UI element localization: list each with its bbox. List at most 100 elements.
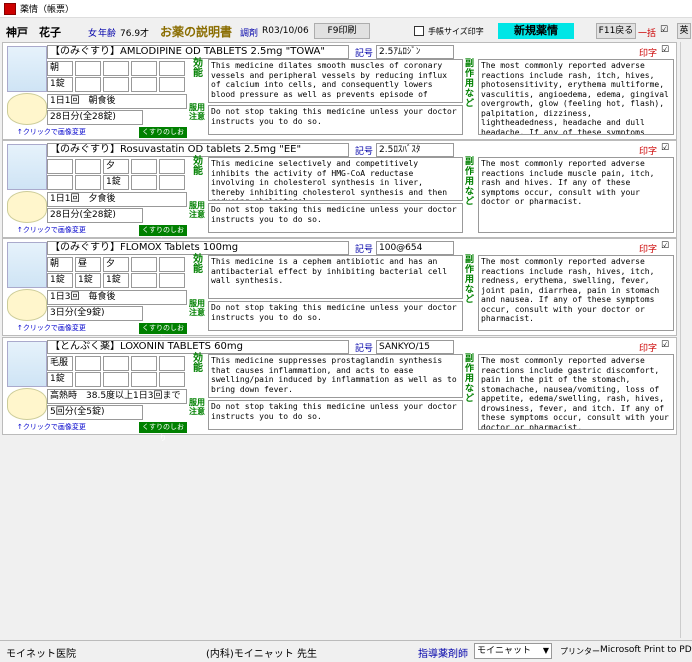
side-effects-text[interactable]: The most commonly reported adverse react… <box>478 354 674 430</box>
dose-cell[interactable] <box>47 175 73 190</box>
dose-cell[interactable] <box>75 77 101 92</box>
efficacy-text[interactable]: This medicine selectively and competitiv… <box>208 157 463 201</box>
change-image-link[interactable]: ↑クリックで画像変更 <box>17 422 86 432</box>
dose-cell[interactable] <box>159 372 185 387</box>
dose-cell[interactable] <box>159 159 185 174</box>
dose-cell[interactable] <box>159 356 185 371</box>
drug-booklet-button[interactable]: くすりのしおり <box>139 225 187 245</box>
efficacy-text[interactable]: This medicine dilates smooth muscles of … <box>208 59 463 103</box>
dose-cell[interactable] <box>159 61 185 76</box>
dose-cell[interactable]: 1錠 <box>47 273 73 288</box>
dose-cell[interactable] <box>103 356 129 371</box>
pharmacist-select[interactable]: モイニャット ▼ <box>474 643 552 659</box>
dose-cell[interactable] <box>131 61 157 76</box>
english-button[interactable]: 英 <box>677 23 691 39</box>
drug-name-field[interactable]: 【のみぐすり】FLOMOX Tablets 100mg <box>47 241 349 255</box>
dose-cell[interactable]: 1錠 <box>47 372 73 387</box>
clinic-name: モイネット医院 <box>6 649 76 660</box>
days-field[interactable]: 28日分(全28錠) <box>47 110 143 125</box>
drug-code-field[interactable]: 2.5ﾛｽﾊﾞｽﾀ <box>376 143 454 157</box>
frequency-field[interactable]: 1日3回 毎食後 <box>47 290 187 305</box>
dose-cell[interactable]: 毛服 <box>47 356 73 371</box>
print-checkbox[interactable]: ☑ <box>661 46 671 56</box>
dose-cell[interactable] <box>75 356 101 371</box>
back-button[interactable]: F11戻る <box>596 23 636 39</box>
dose-cell[interactable] <box>75 159 101 174</box>
patient-age: 76.9才 <box>120 29 150 39</box>
print-checkbox[interactable]: ☑ <box>661 242 671 252</box>
dose-cell[interactable] <box>103 77 129 92</box>
drug-booklet-button[interactable]: くすりのしおり <box>139 127 187 147</box>
dose-cell[interactable] <box>47 159 73 174</box>
frequency-field[interactable]: 1日1回 朝食後 <box>47 94 187 109</box>
dose-cell[interactable] <box>103 61 129 76</box>
drug-code-field[interactable]: 2.5ｱﾑﾛｼﾞﾝ <box>376 45 454 59</box>
precautions-text[interactable]: Do not stop taking this medicine unless … <box>208 105 463 135</box>
frequency-field[interactable]: 1日1回 夕食後 <box>47 192 187 207</box>
efficacy-text[interactable]: This medicine is a cephem antibiotic and… <box>208 255 463 299</box>
drug-name-field[interactable]: 【とんぷく薬】LOXONIN TABLETS 60mg <box>47 340 349 354</box>
dose-cell[interactable] <box>131 356 157 371</box>
days-field[interactable]: 3日分(全9錠) <box>47 306 143 321</box>
print-button[interactable]: F9印刷 <box>314 23 370 39</box>
dose-cell[interactable]: 朝 <box>47 257 73 272</box>
drug-package-image[interactable] <box>7 46 47 92</box>
dose-cell[interactable] <box>75 175 101 190</box>
drug-tablet-image[interactable] <box>7 388 47 420</box>
efficacy-label: 効能 <box>193 353 203 374</box>
days-field[interactable]: 28日分(全28錠) <box>47 208 143 223</box>
dose-cell[interactable] <box>131 175 157 190</box>
dose-cell[interactable] <box>131 273 157 288</box>
dose-cell[interactable] <box>131 77 157 92</box>
days-field[interactable]: 5回分(全5錠) <box>47 405 143 420</box>
precautions-text[interactable]: Do not stop taking this medicine unless … <box>208 203 463 233</box>
drug-tablet-image[interactable] <box>7 191 47 223</box>
drug-name-field[interactable]: 【のみぐすり】Rosuvastatin OD tablets 2.5mg "EE… <box>47 143 349 157</box>
dose-cell[interactable]: 1錠 <box>47 77 73 92</box>
dose-cell[interactable] <box>103 372 129 387</box>
dose-cell[interactable] <box>75 372 101 387</box>
change-image-link[interactable]: ↑クリックで画像変更 <box>17 323 86 333</box>
print-checkbox[interactable]: ☑ <box>661 144 671 154</box>
dose-cell[interactable] <box>159 273 185 288</box>
change-image-link[interactable]: ↑クリックで画像変更 <box>17 127 86 137</box>
print-label: 印字 <box>639 245 658 255</box>
dose-cell[interactable] <box>131 372 157 387</box>
dose-cell[interactable] <box>131 257 157 272</box>
drug-booklet-button[interactable]: くすりのしおり <box>139 422 187 442</box>
dose-cell[interactable] <box>131 159 157 174</box>
dose-cell[interactable] <box>159 77 185 92</box>
drug-package-image[interactable] <box>7 242 47 288</box>
drug-code-field[interactable]: SANKYO/15 <box>376 340 454 354</box>
side-effects-text[interactable]: The most commonly reported adverse react… <box>478 157 674 233</box>
bulk-print-checkbox[interactable]: ☑ <box>660 26 670 36</box>
efficacy-text[interactable]: This medicine suppresses prostaglandin s… <box>208 354 463 398</box>
dose-cell[interactable] <box>159 257 185 272</box>
dose-cell[interactable]: 夕 <box>103 257 129 272</box>
change-image-link[interactable]: ↑クリックで画像変更 <box>17 225 86 235</box>
frequency-field[interactable]: 高熱時 38.5度以上1日3回まで <box>47 389 187 404</box>
dose-cell[interactable] <box>75 61 101 76</box>
drug-tablet-image[interactable] <box>7 93 47 125</box>
side-effects-text[interactable]: The most commonly reported adverse react… <box>478 255 674 331</box>
dose-cell[interactable]: 1錠 <box>103 175 129 190</box>
main-scrollbar[interactable] <box>680 42 691 638</box>
dose-cell[interactable]: 1錠 <box>75 273 101 288</box>
dose-cell[interactable]: 1錠 <box>103 273 129 288</box>
drug-code-field[interactable]: 100@654 <box>376 241 454 255</box>
precautions-text[interactable]: Do not stop taking this medicine unless … <box>208 400 463 430</box>
drug-tablet-image[interactable] <box>7 289 47 321</box>
drug-package-image[interactable] <box>7 144 47 190</box>
dose-cell[interactable]: 朝 <box>47 61 73 76</box>
side-effects-text[interactable]: The most commonly reported adverse react… <box>478 59 674 135</box>
drug-name-field[interactable]: 【のみぐすり】AMLODIPINE OD TABLETS 2.5mg "TOWA… <box>47 45 349 59</box>
dose-cell[interactable]: 昼 <box>75 257 101 272</box>
precautions-label: 服用注意 <box>189 103 205 121</box>
drug-package-image[interactable] <box>7 341 47 387</box>
print-checkbox[interactable]: ☑ <box>661 341 671 351</box>
notebook-size-checkbox[interactable] <box>414 26 424 36</box>
precautions-text[interactable]: Do not stop taking this medicine unless … <box>208 301 463 331</box>
dose-cell[interactable] <box>159 175 185 190</box>
dose-cell[interactable]: 夕 <box>103 159 129 174</box>
drug-booklet-button[interactable]: くすりのしおり <box>139 323 187 343</box>
